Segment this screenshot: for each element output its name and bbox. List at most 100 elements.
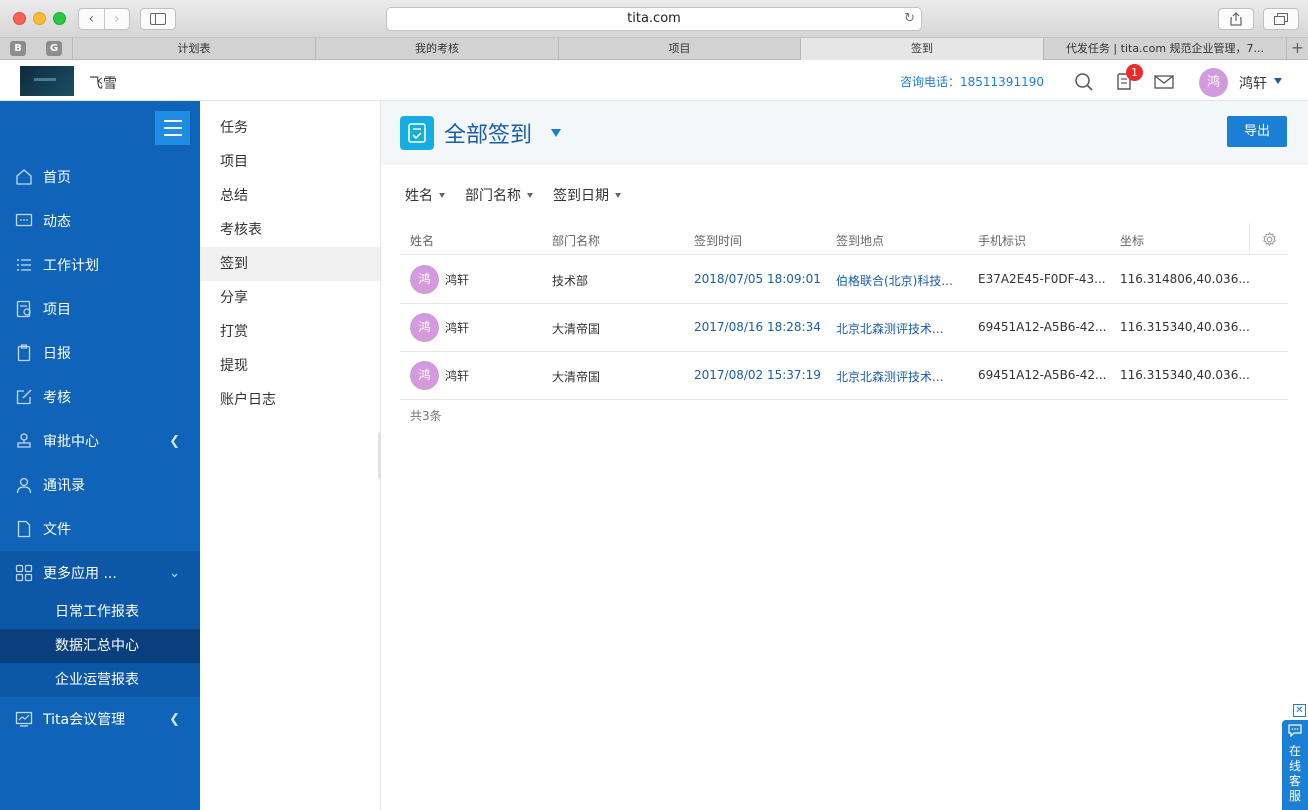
- cell-department: 大清帝国: [552, 370, 601, 384]
- avatar[interactable]: 鸿: [1199, 68, 1228, 97]
- checkin-icon: [400, 116, 434, 150]
- cell-time[interactable]: 2017/08/02 15:37:19: [694, 368, 821, 382]
- table-row[interactable]: 鸿 鸿轩 技术部 2018/07/05 18:09:01 伯格联合(北京)科技.…: [400, 256, 1288, 304]
- zoom-window-button[interactable]: [53, 12, 66, 25]
- sub-item-data-summary[interactable]: 数据汇总中心: [0, 629, 200, 663]
- column-header[interactable]: 签到时间: [694, 232, 742, 249]
- nav-item-project[interactable]: 项目: [0, 287, 200, 331]
- secondary-menu: 任务 项目 总结 考核表 签到 分享 打赏 提现 账户日志: [200, 101, 381, 810]
- nav-label: Tita会议管理: [43, 712, 126, 728]
- filter-department[interactable]: 部门名称: [465, 185, 533, 205]
- close-window-button[interactable]: [13, 12, 26, 25]
- search-icon[interactable]: [1073, 71, 1095, 93]
- back-icon[interactable]: ‹: [79, 9, 104, 29]
- table-row[interactable]: 鸿 鸿轩 大清帝国 2017/08/02 15:37:19 北京北森测评技术..…: [400, 352, 1288, 400]
- submenu-account-log[interactable]: 账户日志: [200, 383, 380, 417]
- sidebar-toggle-icon[interactable]: [140, 8, 176, 30]
- submenu-reward[interactable]: 打赏: [200, 315, 380, 349]
- chevron-left-icon: ❮: [169, 433, 180, 449]
- nav-item-daily-report[interactable]: 日报: [0, 331, 200, 375]
- cell-device: 69451A12-A5B6-42...: [978, 368, 1107, 382]
- gear-icon[interactable]: [1249, 223, 1288, 255]
- chevron-left-icon: ❮: [169, 711, 180, 727]
- cell-time[interactable]: 2018/07/05 18:09:01: [694, 272, 821, 286]
- pinned-tab-b[interactable]: B: [10, 41, 26, 56]
- avatar: 鸿: [410, 313, 439, 342]
- nav-item-more-apps[interactable]: 更多应用 ... ⌄: [0, 551, 200, 595]
- column-header[interactable]: 部门名称: [552, 232, 600, 249]
- chevron-down-icon: ⌄: [169, 565, 180, 581]
- minimize-window-button[interactable]: [33, 12, 46, 25]
- forward-icon[interactable]: ›: [103, 9, 130, 29]
- submenu-summary[interactable]: 总结: [200, 179, 380, 213]
- tab-overview-icon[interactable]: [1263, 8, 1299, 30]
- address-bar[interactable]: tita.com ↻: [386, 7, 922, 31]
- submenu-share[interactable]: 分享: [200, 281, 380, 315]
- avatar: 鸿: [410, 361, 439, 390]
- table-row[interactable]: 鸿 鸿轩 大清帝国 2017/08/16 18:28:34 北京北森测评技术..…: [400, 304, 1288, 352]
- close-icon[interactable]: ✕: [1293, 704, 1306, 717]
- page-header: 全部签到 导出: [381, 101, 1308, 165]
- browser-titlebar: ‹ › tita.com ↻: [0, 0, 1308, 38]
- cell-location[interactable]: 北京北森测评技术...: [836, 368, 943, 385]
- nav-item-contacts[interactable]: 通讯录: [0, 463, 200, 507]
- share-icon[interactable]: [1218, 8, 1254, 30]
- filter-date[interactable]: 签到日期: [553, 185, 621, 205]
- nav-item-meeting[interactable]: Tita会议管理 ❮: [0, 697, 200, 741]
- sub-item-daily-work-report[interactable]: 日常工作报表: [0, 595, 200, 629]
- nav-item-feed[interactable]: 动态: [0, 199, 200, 243]
- nav-item-work-plan[interactable]: 工作计划: [0, 243, 200, 287]
- stamp-icon: [15, 432, 33, 450]
- page-title[interactable]: 全部签到: [444, 117, 532, 149]
- user-name[interactable]: 鸿轩: [1239, 73, 1267, 93]
- cell-location[interactable]: 伯格联合(北京)科技...: [836, 272, 953, 289]
- cell-time[interactable]: 2017/08/16 18:28:34: [694, 320, 821, 334]
- submenu-project[interactable]: 项目: [200, 145, 380, 179]
- tab-task[interactable]: 代发任务 | tita.com 规范企业管理，7...: [1043, 38, 1286, 60]
- mail-icon[interactable]: [1153, 71, 1175, 93]
- nav-item-files[interactable]: 文件: [0, 507, 200, 551]
- cell-department: 大清帝国: [552, 322, 601, 336]
- menu-toggle-icon[interactable]: [155, 111, 190, 145]
- tab-project[interactable]: 项目: [558, 38, 800, 60]
- sub-item-operations-report[interactable]: 企业运营报表: [0, 663, 200, 697]
- report-icon: [15, 344, 33, 362]
- tab-checkin[interactable]: 签到: [800, 38, 1043, 60]
- column-header[interactable]: 签到地点: [836, 232, 884, 249]
- cell-device: 69451A12-A5B6-42...: [978, 320, 1107, 334]
- company-logo[interactable]: [20, 66, 74, 96]
- pinned-tab-g[interactable]: G: [46, 41, 62, 56]
- reload-icon[interactable]: ↻: [904, 8, 915, 30]
- filter-name[interactable]: 姓名: [405, 185, 445, 205]
- column-header[interactable]: 姓名: [410, 232, 434, 249]
- export-button[interactable]: 导出: [1227, 116, 1287, 147]
- nav-item-review[interactable]: 考核: [0, 375, 200, 419]
- nav-label: 更多应用 ...: [43, 566, 117, 582]
- notification-badge: 1: [1126, 64, 1143, 81]
- project-icon: [15, 300, 33, 318]
- left-nav: 首页 动态 工作计划 项目 日报 考核 审批中心 ❮ 通讯录 文件 更多应用 .…: [0, 101, 200, 810]
- new-tab-icon[interactable]: +: [1286, 38, 1308, 60]
- cell-name: 鸿轩: [445, 321, 470, 335]
- column-header[interactable]: 手机标识: [978, 232, 1026, 249]
- column-header[interactable]: 坐标: [1120, 232, 1144, 249]
- company-name: 飞雪: [89, 76, 117, 92]
- nav-item-approval[interactable]: 审批中心 ❮: [0, 419, 200, 463]
- title-dropdown-icon[interactable]: [551, 129, 561, 137]
- tab-my-review[interactable]: 我的考核: [315, 38, 558, 60]
- cell-name: 鸿轩: [445, 369, 470, 383]
- submenu-task[interactable]: 任务: [200, 111, 380, 145]
- filter-label: 姓名: [405, 188, 433, 204]
- cell-location[interactable]: 北京北森测评技术...: [836, 320, 943, 337]
- tab-plan[interactable]: 计划表: [72, 38, 315, 60]
- chat-icon: [15, 212, 33, 230]
- nav-label: 项目: [43, 302, 71, 318]
- cell-name: 鸿轩: [445, 273, 470, 287]
- submenu-checkin[interactable]: 签到: [200, 247, 380, 281]
- contact-icon: [15, 476, 33, 494]
- online-service-button[interactable]: 在线客服: [1282, 720, 1308, 810]
- submenu-review-table[interactable]: 考核表: [200, 213, 380, 247]
- nav-item-home[interactable]: 首页: [0, 155, 200, 199]
- submenu-withdraw[interactable]: 提现: [200, 349, 380, 383]
- user-menu-caret-icon[interactable]: [1274, 78, 1282, 84]
